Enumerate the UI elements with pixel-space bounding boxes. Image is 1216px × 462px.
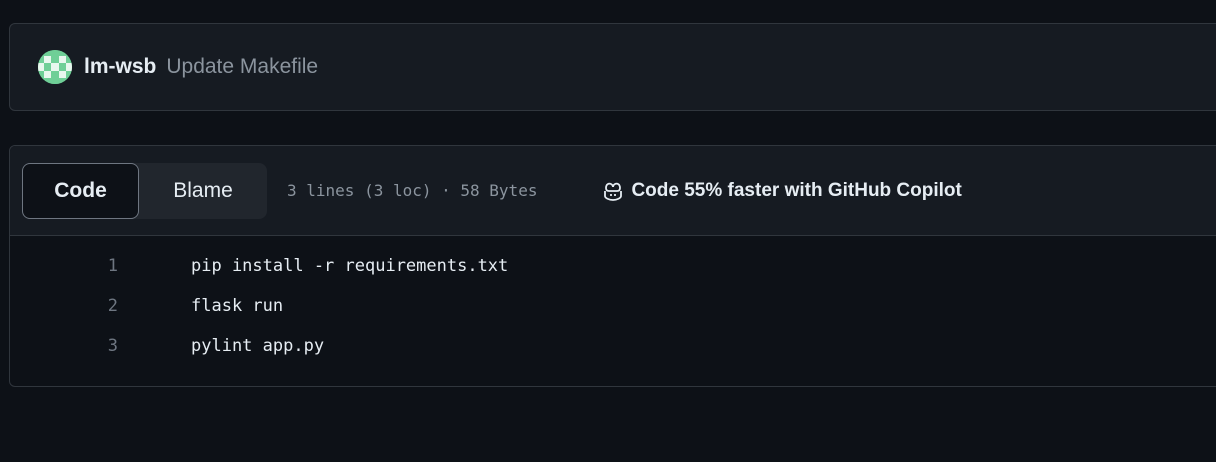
line-content: pylint app.py [191, 336, 325, 356]
code-line: 2 flask run [10, 286, 1216, 326]
code-tab[interactable]: Code [22, 162, 139, 219]
avatar[interactable] [38, 50, 72, 84]
line-number[interactable]: 3 [10, 336, 118, 356]
line-content: pip install -r requirements.txt [191, 256, 509, 276]
line-number[interactable]: 1 [10, 256, 118, 276]
code-line: 3 pylint app.py [10, 326, 1216, 366]
commit-message-link[interactable]: Update Makefile [166, 55, 318, 79]
commit-author-link[interactable]: lm-wsb [84, 55, 156, 79]
code-line: 1 pip install -r requirements.txt [10, 246, 1216, 286]
copilot-icon [601, 179, 625, 203]
blame-tab[interactable]: Blame [139, 163, 267, 219]
file-viewer: Code Blame 3 lines (3 loc) · 58 Bytes Co… [9, 145, 1216, 387]
line-number[interactable]: 2 [10, 296, 118, 316]
view-mode-toggle: Code Blame [22, 162, 267, 219]
file-stats: 3 lines (3 loc) · 58 Bytes [287, 181, 538, 200]
file-header: Code Blame 3 lines (3 loc) · 58 Bytes Co… [10, 146, 1216, 236]
copilot-promo-link[interactable]: Code 55% faster with GitHub Copilot [601, 179, 962, 203]
line-content: flask run [191, 296, 284, 316]
code-body: 1 pip install -r requirements.txt 2 flas… [10, 236, 1216, 366]
latest-commit-bar: lm-wsb Update Makefile [9, 23, 1216, 111]
page: lm-wsb Update Makefile Code Blame 3 line… [0, 0, 1216, 462]
identicon-avatar-icon [38, 50, 72, 84]
copilot-promo-label: Code 55% faster with GitHub Copilot [631, 179, 962, 201]
